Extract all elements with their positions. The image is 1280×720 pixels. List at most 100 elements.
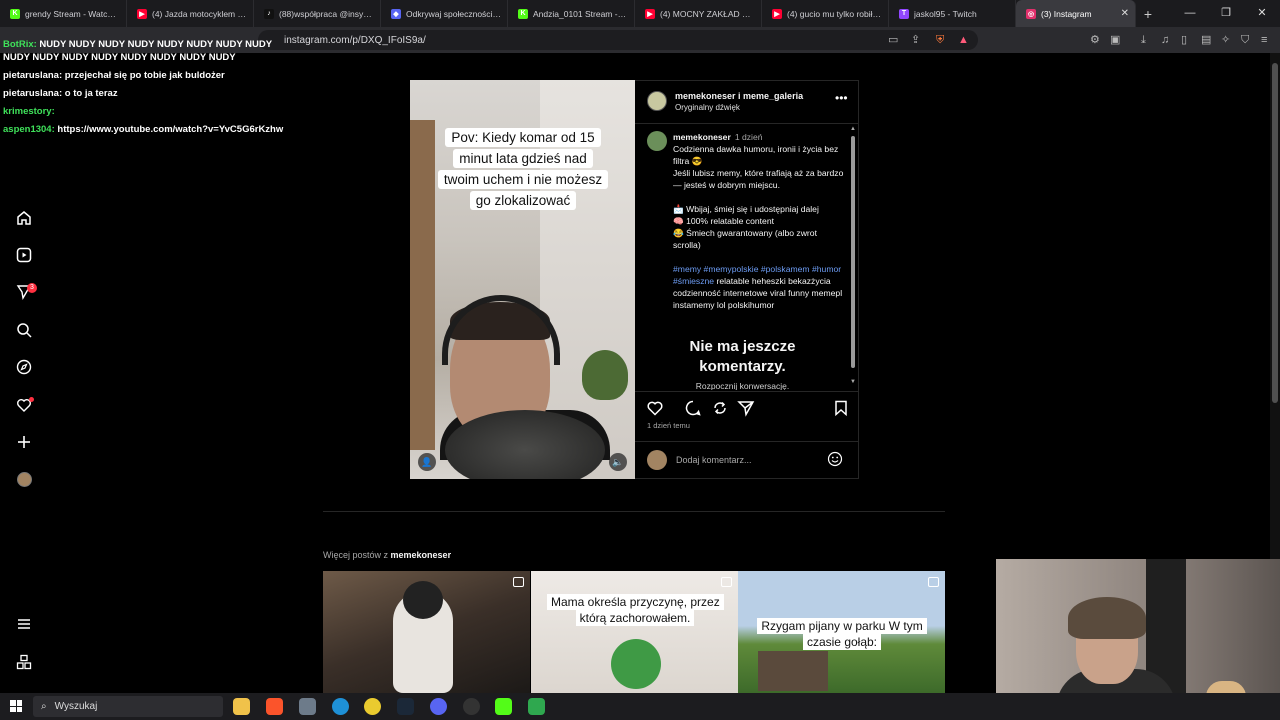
tagged-user-icon[interactable]: 👤: [418, 453, 436, 471]
search-glass-icon: ⌕: [41, 701, 47, 712]
caption-line: twoim uchem i nie możesz: [437, 170, 609, 189]
tab-close-icon[interactable]: ✕: [1121, 8, 1129, 19]
vpn-icon[interactable]: ⛉: [1241, 34, 1249, 46]
obs-icon[interactable]: [463, 698, 480, 715]
page-scroll-thumb[interactable]: [1272, 63, 1278, 403]
new-tab-icon[interactable]: +: [1136, 6, 1160, 22]
scroll-thumb[interactable]: [851, 136, 855, 368]
app-icon[interactable]: [299, 698, 316, 715]
tab-favicon-icon: ♪: [264, 8, 274, 19]
commenter-avatar[interactable]: [647, 131, 667, 151]
emoji-icon[interactable]: [827, 451, 843, 467]
chat-message: pietaruslana: przejechał się po tobie ja…: [3, 69, 293, 82]
rewards-icon[interactable]: ▲: [958, 34, 969, 46]
brave-browser-icon[interactable]: [266, 698, 283, 715]
screen-share-icon[interactable]: ▭: [888, 34, 898, 46]
caption-line: minut lata gdzieś nad: [453, 149, 593, 168]
chat-username: aspen1304:: [3, 124, 55, 135]
tab-favicon-icon: K: [518, 8, 528, 19]
browser-tab[interactable]: ◎ (3) Instagram ✕: [1016, 0, 1136, 27]
sidebar-toggle-icon[interactable]: ▯: [1181, 34, 1187, 46]
more-options-icon[interactable]: •••: [835, 91, 848, 105]
repost-icon[interactable]: [711, 399, 729, 417]
post-video[interactable]: Pov: Kiedy komar od 15 minut lata gdzieś…: [410, 80, 635, 479]
windows-start-icon[interactable]: [10, 700, 22, 712]
reels-icon[interactable]: [15, 246, 33, 264]
post-description: memekoneser 1 dzień Codzienna dawka humor…: [673, 131, 845, 323]
download-icon[interactable]: ⤓: [1141, 34, 1146, 46]
chat-username: krimestory:: [3, 106, 55, 117]
url-text[interactable]: instagram.com/p/DXQ_IFoIS9a/: [284, 35, 426, 46]
taskbar-search-label: Wyszukaj: [54, 701, 98, 712]
file-explorer-icon[interactable]: [233, 698, 250, 715]
more-posts-user[interactable]: memekoneser: [391, 550, 452, 560]
maximize-icon[interactable]: ❐: [1208, 0, 1244, 27]
author-avatar[interactable]: [647, 91, 667, 111]
comment-icon[interactable]: [684, 399, 702, 417]
browser-tab[interactable]: ▶ (4) gucio mu tylko robił na: [762, 0, 889, 27]
chrome-icon[interactable]: [364, 698, 381, 715]
mute-icon[interactable]: 🔈: [609, 453, 627, 471]
share-icon[interactable]: ⇪: [911, 34, 920, 46]
chat-username: pietaruslana:: [3, 88, 63, 99]
close-window-icon[interactable]: ✕: [1244, 0, 1280, 27]
threads-apps-icon[interactable]: [15, 653, 33, 671]
explore-icon[interactable]: [15, 358, 33, 376]
comment-text: Codzienna dawka humoru, ironii i życia b…: [673, 144, 839, 166]
discord-icon[interactable]: [430, 698, 447, 715]
tab-title: Odkrywaj społeczności i p: [406, 8, 501, 19]
browser-tab-bar: Kgrendy Stream - Watch Live ▶ (4) Jazda mo…: [0, 0, 1280, 27]
profile-avatar[interactable]: [15, 470, 33, 488]
home-icon[interactable]: [15, 209, 33, 227]
save-bookmark-icon[interactable]: [832, 399, 850, 417]
share-post-icon[interactable]: [737, 399, 755, 417]
scroll-up-icon[interactable]: ▲: [850, 126, 856, 132]
thumb-helmet: [403, 581, 443, 619]
video-plant: [582, 350, 628, 400]
music-icon[interactable]: ♫: [1161, 34, 1169, 46]
brave-shield-icon[interactable]: ⛨: [936, 34, 944, 46]
edge-icon[interactable]: [332, 698, 349, 715]
comment-username[interactable]: memekoneser: [673, 132, 731, 142]
taskbar-search[interactable]: ⌕ Wyszukaj: [33, 696, 223, 717]
comments-scrollbar[interactable]: ▲ ▼: [850, 126, 856, 388]
original-audio-link[interactable]: Oryginalny dźwięk: [675, 103, 740, 112]
screenshot-icon[interactable]: ▣: [1110, 34, 1120, 46]
tab-favicon-icon: ▶: [137, 8, 147, 19]
browser-tab[interactable]: K Andzia_0101 Stream - Wat: [508, 0, 635, 27]
reel-icon: [928, 577, 939, 587]
add-comment-input[interactable]: Dodaj komentarz...: [676, 455, 752, 465]
extensions-icon[interactable]: ⚙: [1090, 34, 1100, 46]
wallet-icon[interactable]: ▤: [1201, 34, 1211, 46]
more-posts-prefix: Więcej postów z: [323, 550, 391, 560]
app-icon[interactable]: [528, 698, 545, 715]
browser-tab[interactable]: ▶ (4) Jazda motocyklem w ko: [127, 0, 254, 27]
minimize-icon[interactable]: —: [1172, 0, 1208, 27]
more-menu-icon[interactable]: [15, 615, 33, 633]
chat-message: krimestory:: [3, 105, 293, 118]
tab-title: (3) Instagram: [1041, 8, 1092, 19]
thumb-caption: Mama określa przyczynę, przez którą zach…: [547, 594, 724, 626]
menu-icon[interactable]: ≡: [1261, 34, 1267, 46]
ai-icon[interactable]: ✧: [1221, 34, 1230, 46]
browser-tab[interactable]: Tjaskol95 - Twitch: [889, 0, 1016, 27]
browser-tab[interactable]: ♪ (88)współpraca @insy @c: [254, 0, 381, 27]
like-icon[interactable]: [646, 399, 664, 417]
scroll-down-icon[interactable]: ▼: [850, 379, 856, 385]
browser-tab[interactable]: Kgrendy Stream - Watch Live: [0, 0, 127, 27]
tab-title: jaskol95 - Twitch: [914, 8, 977, 19]
more-post-thumbnail[interactable]: Rzygam pijany w parku W tym czasie gołąb…: [738, 571, 945, 693]
comment-bullet: 📩 Wbijaj, śmiej się i udostępniaj dalej: [673, 204, 819, 214]
more-post-thumbnail[interactable]: Mama określa przyczynę, przez którą zach…: [531, 571, 738, 693]
steam-icon[interactable]: [397, 698, 414, 715]
post-details-panel: memekoneser i meme_galeria Oryginalny dź…: [635, 80, 859, 479]
more-post-thumbnail[interactable]: [323, 571, 530, 693]
create-icon[interactable]: [15, 433, 33, 451]
browser-tab[interactable]: ◆ Odkrywaj społeczności i p: [381, 0, 508, 27]
chat-message: aspen1304: https://www.youtube.com/watch…: [3, 123, 293, 136]
tab-title: (4) gucio mu tylko robił na: [787, 8, 882, 19]
search-icon[interactable]: [15, 321, 33, 339]
browser-tab[interactable]: ▶ (4) MOCNY ZAKŁAD O BN: [635, 0, 762, 27]
post-authors[interactable]: memekoneser i meme_galeria: [675, 91, 803, 101]
kick-icon[interactable]: [495, 698, 512, 715]
